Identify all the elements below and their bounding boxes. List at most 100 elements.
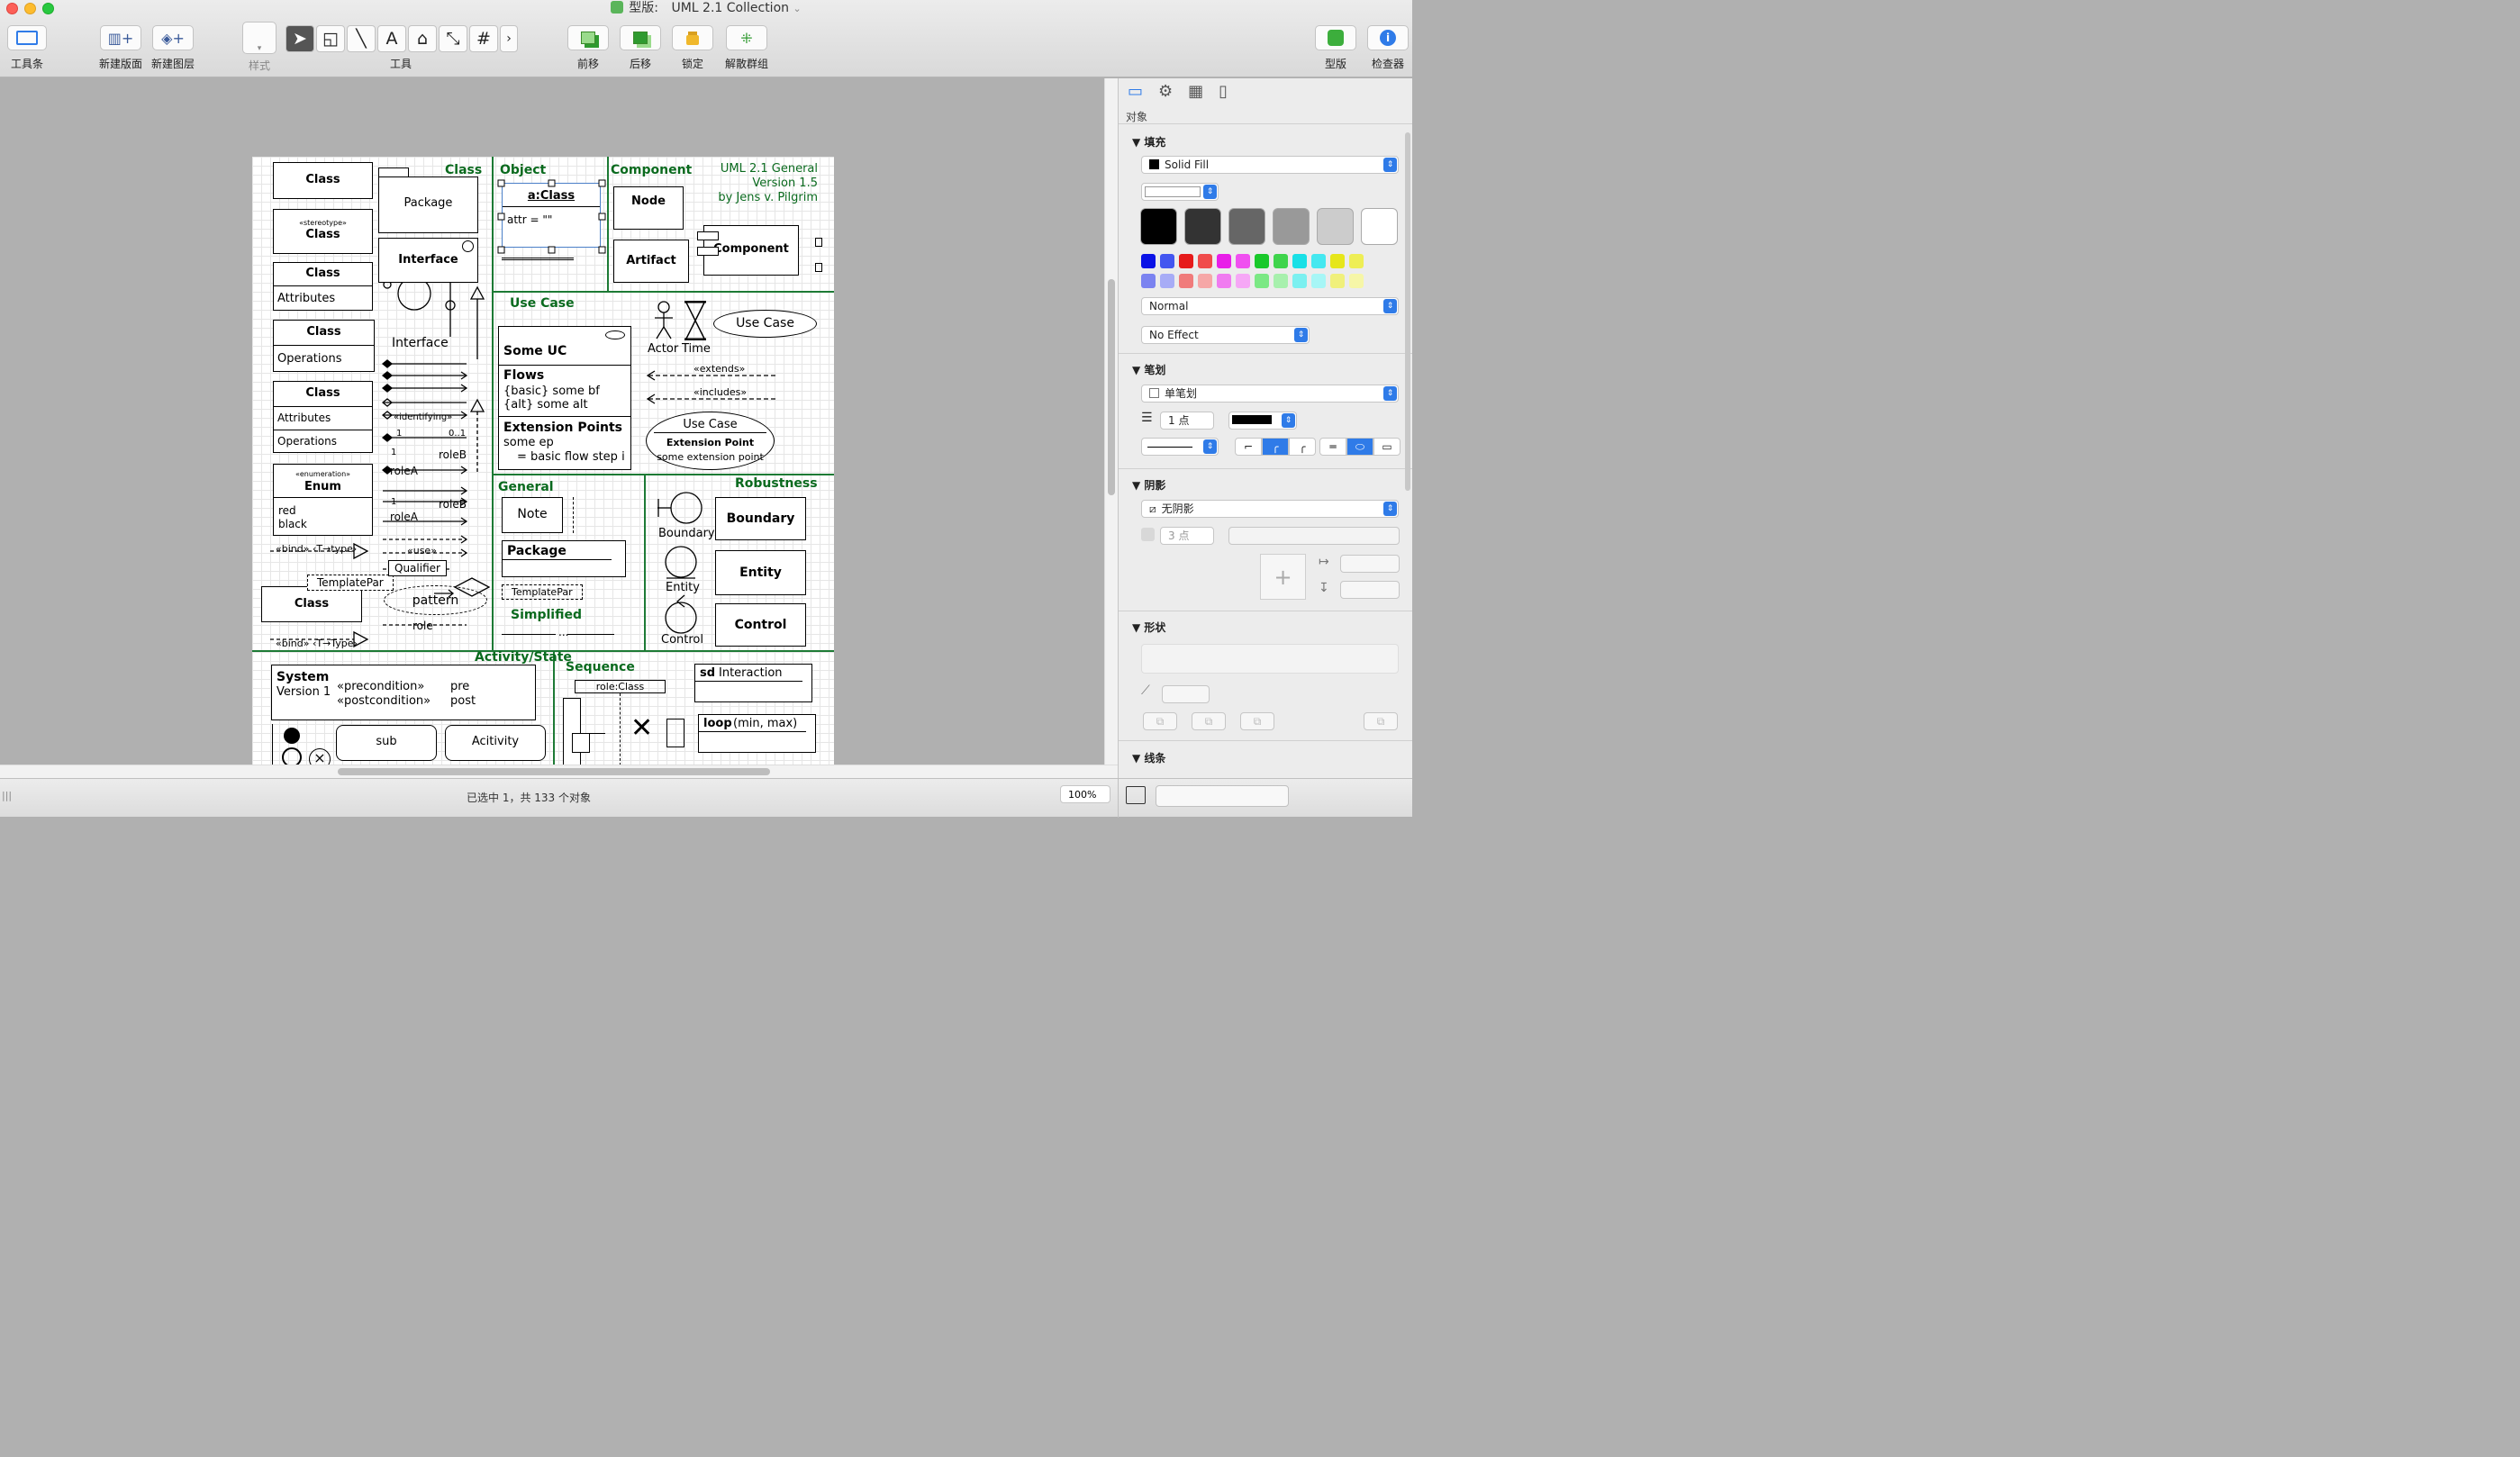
- shape-action-icon[interactable]: ⧉: [1143, 712, 1177, 730]
- package-shape[interactable]: Package: [378, 176, 478, 233]
- stroke-width-field[interactable]: 1 点: [1160, 412, 1214, 430]
- color-swatch[interactable]: [1198, 274, 1212, 288]
- color-swatch[interactable]: [1255, 274, 1269, 288]
- round-corner-icon[interactable]: ╭: [1262, 438, 1289, 456]
- layout-icon[interactable]: [1126, 786, 1146, 804]
- horizontal-offset-field[interactable]: [1340, 555, 1400, 573]
- color-swatch[interactable]: [1349, 254, 1364, 268]
- use-case-spec-shape[interactable]: Some UC Flows {basic} some bf {alt} some…: [498, 326, 631, 470]
- color-swatch[interactable]: [1292, 274, 1307, 288]
- enumeration-shape[interactable]: «enumeration» Enum red black: [273, 464, 373, 536]
- activity-shape[interactable]: Acitivity: [445, 725, 546, 761]
- ungroup-button[interactable]: ⁜ 解散群组: [724, 25, 769, 71]
- style-button[interactable]: ▾ 样式: [241, 22, 277, 73]
- horizontal-scrollbar[interactable]: [0, 765, 1118, 778]
- blend-mode-select[interactable]: Normal ⇕: [1141, 297, 1399, 315]
- vertical-scrollbar[interactable]: [1104, 78, 1118, 765]
- full-class-shape[interactable]: Class Attributes Operations: [273, 381, 373, 453]
- fill-section-header[interactable]: ▼ 填充: [1132, 134, 1165, 149]
- note-shape[interactable]: Note: [502, 497, 563, 533]
- shape-tool-icon[interactable]: ◱: [316, 25, 345, 52]
- color-swatch[interactable]: [1236, 254, 1250, 268]
- fill-color-well[interactable]: ⇕: [1141, 183, 1219, 201]
- new-layer-button[interactable]: ◈+ 新建图层: [150, 25, 196, 71]
- system-shape[interactable]: System Version 1 «precondition» «postcon…: [271, 665, 536, 720]
- color-swatch[interactable]: [1141, 254, 1156, 268]
- color-swatch[interactable]: [1179, 274, 1193, 288]
- inspector-button[interactable]: i 检查器: [1367, 25, 1409, 71]
- zoom-select[interactable]: 100%: [1060, 785, 1110, 803]
- object-tab-icon[interactable]: ▭: [1128, 82, 1143, 101]
- selection-tool-icon[interactable]: ➤: [286, 25, 314, 52]
- loop-frame[interactable]: loop (min, max): [698, 714, 816, 753]
- color-swatch[interactable]: [1198, 254, 1212, 268]
- qualifier-box[interactable]: Qualifier: [388, 560, 447, 576]
- color-swatch[interactable]: [1330, 274, 1345, 288]
- grid-tool-icon[interactable]: #: [469, 25, 498, 52]
- shadow-size-field[interactable]: 3 点: [1160, 527, 1214, 545]
- canvas-area[interactable]: Class Object Component UML 2.1 General V…: [0, 78, 1104, 765]
- stencils-button[interactable]: 型版: [1315, 25, 1356, 71]
- color-swatch[interactable]: [1361, 208, 1398, 245]
- color-swatch[interactable]: [1330, 254, 1345, 268]
- lifeline-head[interactable]: role:Class: [575, 680, 666, 693]
- color-swatch[interactable]: [1160, 274, 1174, 288]
- line-tool-icon[interactable]: ╲: [347, 25, 376, 52]
- sd-interaction-frame[interactable]: sd Interaction: [694, 664, 812, 702]
- cap-flat-icon[interactable]: ═: [1319, 438, 1346, 456]
- canvas-tab-icon[interactable]: ▦: [1188, 82, 1203, 101]
- fill-type-select[interactable]: Solid Fill ⇕: [1141, 156, 1399, 174]
- entity-class-shape[interactable]: Entity: [715, 550, 806, 595]
- color-swatch[interactable]: [1274, 274, 1288, 288]
- color-swatch[interactable]: [1228, 208, 1265, 245]
- color-swatch[interactable]: [1292, 254, 1307, 268]
- gear-icon[interactable]: ⚙: [1158, 82, 1173, 101]
- toolbar-toggle-button[interactable]: 工具条: [7, 25, 47, 71]
- scroll-thumb[interactable]: [338, 768, 770, 775]
- class-shape[interactable]: Class: [273, 162, 373, 199]
- stroke-pattern-select[interactable]: ⇕: [1141, 438, 1219, 456]
- color-swatch[interactable]: [1317, 208, 1354, 245]
- class-with-operations[interactable]: Class Operations: [273, 320, 375, 372]
- color-swatch[interactable]: [1273, 208, 1310, 245]
- boundary-class-shape[interactable]: Boundary: [715, 497, 806, 540]
- template-parameter-general[interactable]: TemplatePar: [502, 584, 583, 600]
- square-corner-icon[interactable]: ⌐: [1235, 438, 1262, 456]
- color-swatch[interactable]: [1349, 274, 1364, 288]
- color-swatch[interactable]: [1179, 254, 1193, 268]
- pen-tool-icon[interactable]: ⌂: [408, 25, 437, 52]
- more-tools-icon[interactable]: ›: [500, 25, 518, 52]
- bevel-corner-icon[interactable]: ╭: [1289, 438, 1316, 456]
- color-swatch[interactable]: [1141, 274, 1156, 288]
- shape-picker[interactable]: [1141, 644, 1399, 674]
- color-swatch[interactable]: [1311, 254, 1326, 268]
- vertical-offset-field[interactable]: [1340, 581, 1400, 599]
- stroke-section-header[interactable]: ▼ 笔划: [1132, 362, 1165, 377]
- bring-front-button[interactable]: 前移: [567, 25, 609, 71]
- diagram-tool-icon[interactable]: ⤡: [439, 25, 467, 52]
- stroke-type-select[interactable]: 单笔划 ⇕: [1141, 385, 1399, 403]
- scroll-thumb[interactable]: [1108, 279, 1115, 495]
- shape-section-header[interactable]: ▼ 形状: [1132, 620, 1165, 635]
- new-canvas-button[interactable]: ▥+ 新建版面: [97, 25, 144, 71]
- color-swatch[interactable]: [1255, 254, 1269, 268]
- color-swatch[interactable]: [1217, 274, 1231, 288]
- class-with-attributes[interactable]: Class Attributes: [273, 262, 373, 311]
- lines-section-header[interactable]: ▼ 线条: [1132, 750, 1165, 765]
- inspector-scrollbar[interactable]: [1405, 132, 1410, 491]
- artifact-shape[interactable]: Artifact: [613, 240, 689, 283]
- status-field[interactable]: [1156, 785, 1289, 807]
- shadow-section-header[interactable]: ▼ 阴影: [1132, 477, 1165, 493]
- text-tool-icon[interactable]: A: [377, 25, 406, 52]
- pattern-collaboration[interactable]: pattern: [384, 585, 487, 615]
- stroke-color-well[interactable]: ⇕: [1228, 412, 1297, 430]
- color-swatch[interactable]: [1311, 274, 1326, 288]
- sub-activity-shape[interactable]: sub: [336, 725, 437, 761]
- fill-effect-select[interactable]: No Effect ⇕: [1141, 326, 1310, 344]
- cap-square-icon[interactable]: ▭: [1373, 438, 1401, 456]
- cap-round-icon[interactable]: ⬭: [1346, 438, 1373, 456]
- shape-action-icon[interactable]: ⧉: [1192, 712, 1226, 730]
- chevron-down-icon[interactable]: ⌄: [793, 3, 801, 14]
- color-swatch[interactable]: [1140, 208, 1177, 245]
- lock-button[interactable]: 锁定: [672, 25, 713, 71]
